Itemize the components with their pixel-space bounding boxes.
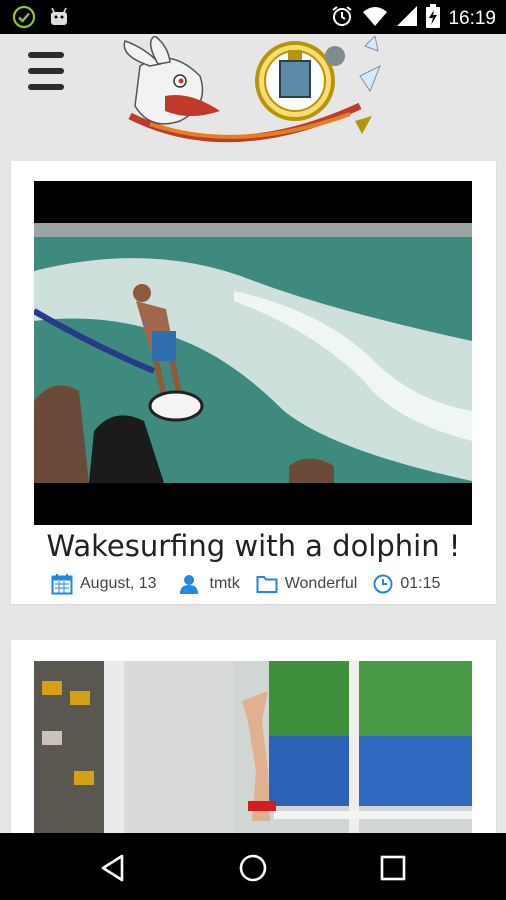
hamburger-menu-icon[interactable]	[28, 52, 66, 90]
status-bar: 16:19	[0, 0, 506, 34]
post-date-text: August, 13	[80, 575, 157, 592]
calendar-icon	[51, 573, 73, 595]
android-icon	[48, 6, 70, 33]
back-icon[interactable]	[96, 851, 130, 885]
post-date: August, 13	[51, 573, 157, 595]
signal-icon	[396, 5, 418, 32]
home-icon[interactable]	[236, 851, 270, 885]
wifi-icon	[362, 5, 388, 32]
wakesurfing-video-thumbnail[interactable]	[34, 181, 472, 525]
check-circle-icon	[12, 5, 36, 34]
white-rabbit-pocket-watch-logo[interactable]	[110, 34, 395, 148]
post-author[interactable]: tmtk	[173, 574, 240, 594]
post-duration: 01:15	[373, 574, 440, 594]
post-card[interactable]	[11, 640, 496, 840]
recents-icon[interactable]	[376, 851, 410, 885]
status-time: 16:19	[448, 7, 496, 29]
post-card[interactable]: Wakesurfing with a dolphin ! August, 13	[11, 161, 496, 604]
post-category-text[interactable]: Wonderful	[285, 575, 358, 593]
alarm-icon	[330, 4, 354, 33]
app-header	[0, 34, 506, 156]
post-meta: August, 13 tmtk Wonderful 01:15	[51, 573, 456, 595]
navigation-bar	[0, 833, 506, 900]
post-author-text[interactable]: tmtk	[210, 575, 240, 593]
post-title[interactable]: Wakesurfing with a dolphin !	[11, 529, 496, 563]
post-duration-text: 01:15	[400, 575, 441, 592]
folder-icon	[256, 574, 278, 594]
diver-video-thumbnail[interactable]	[34, 661, 472, 840]
battery-charging-icon	[426, 4, 441, 33]
post-category[interactable]: Wonderful	[256, 574, 358, 594]
clock-icon	[373, 574, 393, 594]
user-icon	[179, 574, 199, 594]
